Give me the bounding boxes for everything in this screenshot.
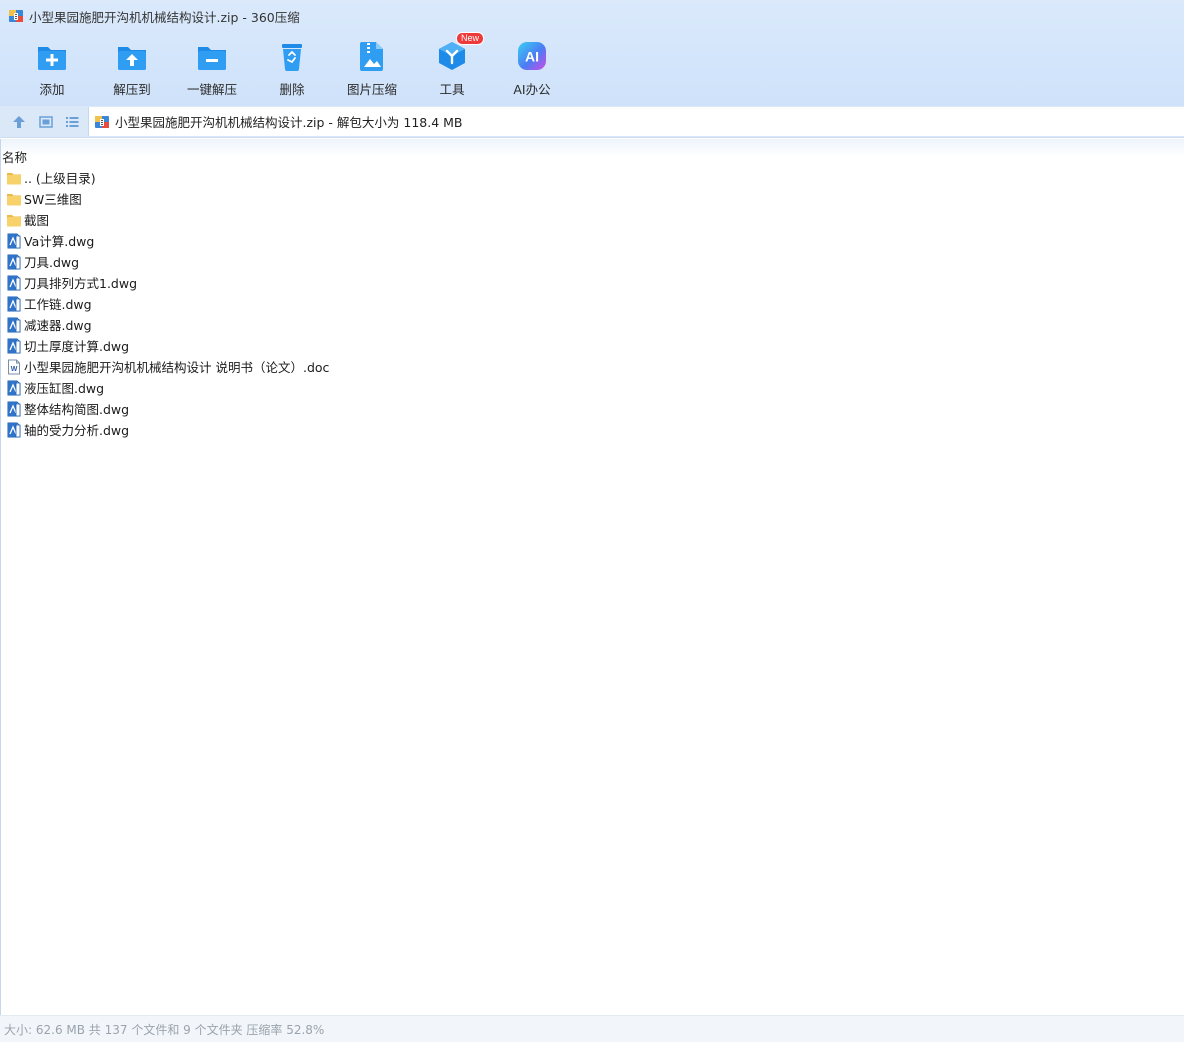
file-row[interactable]: W 小型果园施肥开沟机机械结构设计 说明书（论文）.doc	[6, 356, 329, 377]
file-row[interactable]: 工作链.dwg	[6, 293, 329, 314]
navigation-bar: 小型果园施肥开沟机机械结构设计.zip - 解包大小为 118.4 MB	[0, 106, 1184, 138]
one-click-extract-label: 一键解压	[186, 82, 237, 97]
archive-icon	[95, 115, 109, 128]
ai-glyph: AI	[525, 49, 539, 65]
dwg-file-icon	[6, 401, 22, 417]
add-label: 添加	[39, 82, 65, 97]
ai-office-icon: AI	[518, 42, 546, 70]
tools-label: 工具	[439, 82, 465, 97]
dwg-file-icon	[6, 422, 22, 438]
dwg-file-icon	[6, 317, 22, 333]
title-bar: 小型果园施肥开沟机机械结构设计.zip - 360压缩	[0, 0, 1184, 32]
file-name: 工作链.dwg	[24, 297, 92, 312]
one-click-extract-icon	[198, 47, 226, 70]
extract-to-label: 解压到	[113, 82, 151, 97]
dwg-file-icon	[6, 380, 22, 396]
file-row[interactable]: 液压缸图.dwg	[6, 377, 329, 398]
dwg-file-icon	[6, 254, 22, 270]
word-doc-icon: W	[6, 359, 22, 375]
address-text: 小型果园施肥开沟机机械结构设计.zip - 解包大小为 118.4 MB	[115, 115, 463, 130]
column-header-name[interactable]: 名称	[1, 147, 27, 165]
svg-text:W: W	[11, 366, 18, 373]
folder-row[interactable]: .. (上级目录)	[6, 167, 329, 188]
folder-icon	[6, 212, 22, 228]
extract-to-button[interactable]: 解压到	[92, 38, 172, 98]
folder-icon	[6, 170, 22, 186]
file-name: 切土厚度计算.dwg	[24, 339, 130, 354]
add-button[interactable]: 添加	[12, 38, 92, 98]
app-window: 小型果园施肥开沟机机械结构设计.zip - 360压缩 添加 解压到 一键解压 …	[0, 0, 1184, 1042]
up-arrow-icon[interactable]	[11, 114, 27, 130]
status-text: 大小: 62.6 MB 共 137 个文件和 9 个文件夹 压缩率 52.8%	[4, 1022, 325, 1037]
file-name: 减速器.dwg	[24, 318, 92, 333]
new-badge: New	[455, 32, 484, 45]
file-name: 轴的受力分析.dwg	[24, 423, 130, 438]
file-row[interactable]: Va计算.dwg	[6, 230, 329, 251]
one-click-extract-button[interactable]: 一键解压	[172, 38, 252, 98]
folder-row[interactable]: 截图	[6, 209, 329, 230]
status-bar: 大小: 62.6 MB 共 137 个文件和 9 个文件夹 压缩率 52.8%	[0, 1015, 1184, 1042]
add-icon	[38, 47, 66, 70]
extract-to-icon	[118, 47, 146, 70]
file-rows: .. (上级目录) SW三维图截图 Va计算.dwg 刀具.dwg 刀具排列方式1.dw…	[6, 167, 329, 440]
file-row[interactable]: 减速器.dwg	[6, 314, 329, 335]
file-name: 刀具排列方式1.dwg	[24, 276, 138, 291]
dwg-file-icon	[6, 338, 22, 354]
archive-icon	[9, 10, 23, 22]
window-title: 小型果园施肥开沟机机械结构设计.zip - 360压缩	[29, 9, 300, 25]
tools-button[interactable]: New 工具	[412, 32, 492, 98]
image-compress-label: 图片压缩	[346, 82, 397, 97]
dwg-file-icon	[6, 296, 22, 312]
file-row[interactable]: 整体结构简图.dwg	[6, 398, 329, 419]
ai-office-label: AI办公	[513, 82, 551, 97]
delete-icon	[282, 44, 302, 71]
file-name: .. (上级目录)	[24, 171, 96, 186]
file-row[interactable]: 切土厚度计算.dwg	[6, 335, 329, 356]
file-name: SW三维图	[24, 192, 82, 207]
file-list: 名称 .. (上级目录) SW三维图截图 Va计算.dwg 刀具.dwg 刀具排列方式1…	[0, 139, 1184, 1015]
file-row[interactable]: 刀具排列方式1.dwg	[6, 272, 329, 293]
folder-row[interactable]: SW三维图	[6, 188, 329, 209]
address-bar[interactable]: 小型果园施肥开沟机机械结构设计.zip - 解包大小为 118.4 MB	[88, 107, 1184, 136]
dwg-file-icon	[6, 233, 22, 249]
toolbar: 添加 解压到 一键解压 删除 图片压缩 New 工具 AI AI办公	[12, 32, 572, 100]
list-view-icon[interactable]	[64, 114, 80, 130]
file-name: 截图	[24, 213, 50, 228]
image-compress-button[interactable]: 图片压缩	[332, 38, 412, 98]
delete-button[interactable]: 删除	[252, 38, 332, 98]
image-compress-icon	[360, 42, 383, 71]
file-name: 整体结构简图.dwg	[24, 402, 130, 417]
folder-icon	[6, 191, 22, 207]
file-name: 小型果园施肥开沟机机械结构设计 说明书（论文）.doc	[24, 360, 330, 375]
file-row[interactable]: 刀具.dwg	[6, 251, 329, 272]
file-name: 液压缸图.dwg	[24, 381, 105, 396]
ai-office-button[interactable]: AI AI办公	[492, 38, 572, 98]
file-name: 刀具.dwg	[24, 255, 80, 270]
header: 小型果园施肥开沟机机械结构设计.zip - 360压缩 添加 解压到 一键解压 …	[0, 0, 1184, 106]
dwg-file-icon	[6, 275, 22, 291]
thumbnail-view-icon[interactable]	[38, 114, 54, 130]
file-name: Va计算.dwg	[24, 234, 95, 249]
file-row[interactable]: 轴的受力分析.dwg	[6, 419, 329, 440]
delete-label: 删除	[279, 82, 305, 97]
